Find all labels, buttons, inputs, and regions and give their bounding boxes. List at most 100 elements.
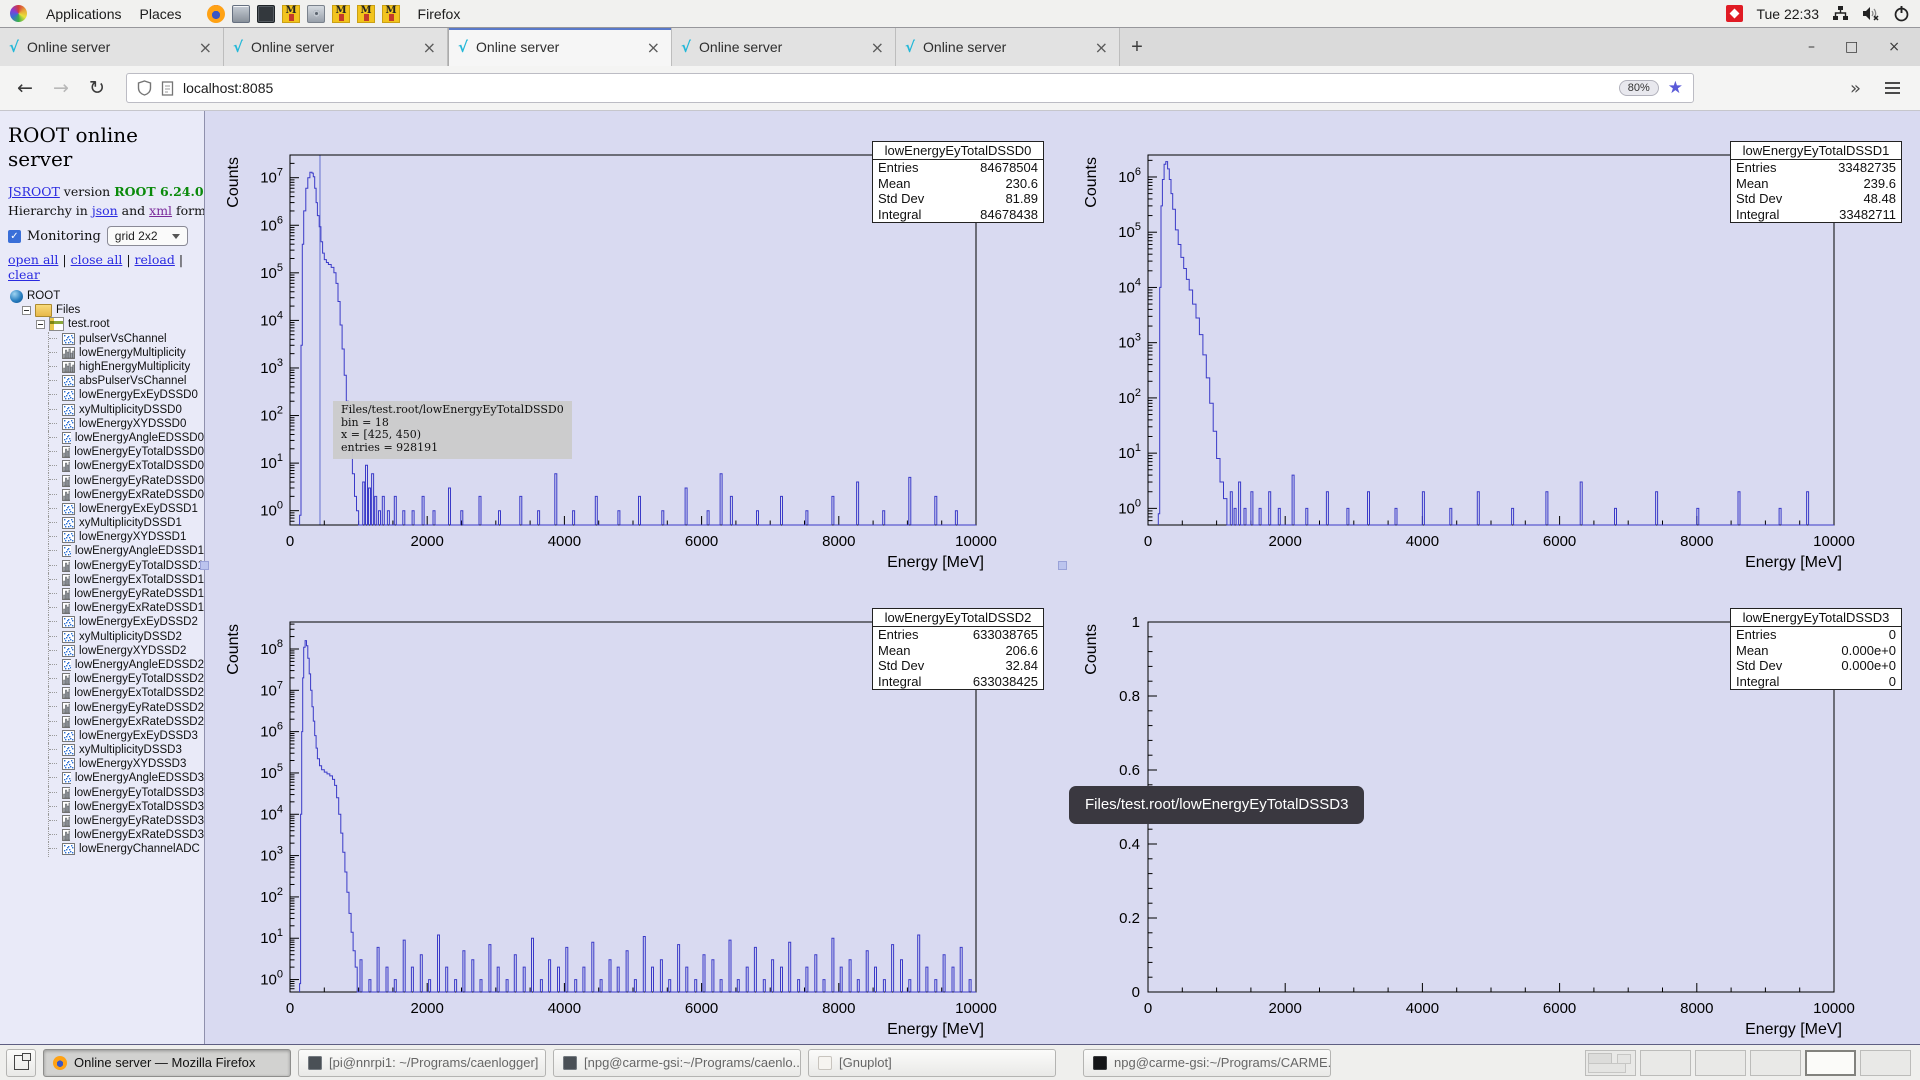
tab-close-icon[interactable]: × (421, 38, 438, 57)
tree-item[interactable]: lowEnergyExEyDSSD1 (8, 502, 204, 516)
workspace-cell-3[interactable] (1695, 1050, 1746, 1076)
taskbar-window-button[interactable]: [pi@nnrpi1: ~/Programs/caenlogger] (298, 1049, 546, 1077)
workspace-cell-2[interactable] (1640, 1050, 1691, 1076)
midas-launcher-icon[interactable] (332, 5, 350, 23)
url-bar[interactable]: localhost:8085 80% ★ (126, 73, 1694, 103)
collapse-expander-icon[interactable] (36, 320, 45, 329)
back-button[interactable]: ← (12, 77, 38, 99)
json-link[interactable]: json (92, 203, 118, 218)
shield-icon[interactable] (137, 80, 152, 96)
file-manager-launcher-icon[interactable] (232, 5, 250, 23)
tree-item[interactable]: lowEnergyExRateDSSD3 (8, 828, 204, 842)
grid-mode-select[interactable]: grid 2x2 (107, 226, 188, 246)
stats-box-1[interactable]: lowEnergyEyTotalDSSD1Entries33482735Mean… (1730, 141, 1902, 223)
tree-item[interactable]: lowEnergyExEyDSSD2 (8, 615, 204, 629)
tree-item[interactable]: lowEnergyAngleEDSSD0 (8, 431, 204, 445)
midas-launcher-icon[interactable] (357, 5, 375, 23)
workspace-cell-4[interactable] (1750, 1050, 1801, 1076)
tree-item[interactable]: lowEnergyExRateDSSD2 (8, 715, 204, 729)
taskbar-window-button[interactable]: Online server — Mozilla Firefox (43, 1049, 291, 1077)
taskbar-window-button[interactable]: [Gnuplot] (808, 1049, 1056, 1077)
tree-item[interactable]: highEnergyMultiplicity (8, 360, 204, 374)
tree-item[interactable]: lowEnergyAngleEDSSD3 (8, 771, 204, 785)
tree-item[interactable]: lowEnergyEyRateDSSD2 (8, 700, 204, 714)
firefox-launcher-icon[interactable] (207, 5, 225, 23)
forward-button[interactable]: → (48, 77, 74, 99)
tab-close-icon[interactable]: × (645, 38, 662, 57)
tree-item-root[interactable]: ROOT (8, 289, 204, 303)
action-link-close-all[interactable]: close all (71, 252, 123, 267)
terminal-launcher-icon[interactable] (257, 5, 275, 23)
action-link-open-all[interactable]: open all (8, 252, 58, 267)
action-link-reload[interactable]: reload (135, 252, 175, 267)
url-text[interactable]: localhost:8085 (183, 80, 273, 96)
tree-item[interactable]: lowEnergyEyTotalDSSD3 (8, 786, 204, 800)
tree-item-test-root[interactable]: test.root (8, 317, 204, 331)
tree-item[interactable]: lowEnergyXYDSSD2 (8, 644, 204, 658)
volume-muted-icon[interactable] (1862, 5, 1880, 22)
browser-tab[interactable]: √Online server× (0, 28, 224, 66)
places-menu[interactable]: Places (131, 6, 191, 22)
taskbar-window-button[interactable]: npg@carme-gsi:~/Programs/CARME... (1083, 1049, 1331, 1077)
action-link-clear[interactable]: clear (8, 267, 40, 282)
workspace-cell-6[interactable] (1860, 1050, 1911, 1076)
stats-box-0[interactable]: lowEnergyEyTotalDSSD0Entries84678504Mean… (872, 141, 1044, 223)
power-icon[interactable] (1893, 5, 1910, 22)
hamburger-menu-icon[interactable] (1877, 82, 1908, 94)
tree-item[interactable]: lowEnergyChannelADC (8, 842, 204, 856)
tree-item-files[interactable]: Files (8, 303, 204, 317)
tree-item[interactable]: lowEnergyAngleEDSSD2 (8, 658, 204, 672)
stats-box-3[interactable]: lowEnergyEyTotalDSSD3Entries0Mean0.000e+… (1730, 608, 1902, 690)
window-minimize-button[interactable]: – (1808, 39, 1815, 55)
tree-item[interactable]: lowEnergyXYDSSD3 (8, 757, 204, 771)
browser-tab[interactable]: √Online server× (896, 28, 1120, 66)
workspace-cell-5[interactable] (1805, 1050, 1856, 1076)
tree-item[interactable]: lowEnergyExTotalDSSD3 (8, 800, 204, 814)
midas-launcher-icon[interactable] (282, 5, 300, 23)
browser-tab[interactable]: √Online server× (224, 28, 448, 66)
tree-item[interactable]: lowEnergyEyRateDSSD1 (8, 587, 204, 601)
tab-close-icon[interactable]: × (869, 38, 886, 57)
tree-item[interactable]: lowEnergyMultiplicity (8, 346, 204, 360)
tree-item[interactable]: xyMultiplicityDSSD3 (8, 743, 204, 757)
show-desktop-button[interactable] (6, 1049, 36, 1077)
reload-button[interactable]: ↻ (84, 77, 110, 99)
tree-item[interactable]: lowEnergyEyRateDSSD0 (8, 473, 204, 487)
tab-close-icon[interactable]: × (1093, 38, 1110, 57)
tab-close-icon[interactable]: × (197, 38, 214, 57)
window-close-button[interactable]: × (1888, 39, 1900, 55)
browser-tab[interactable]: √Online server× (448, 28, 672, 66)
jsroot-link[interactable]: JSROOT (8, 184, 60, 199)
tree-item[interactable]: lowEnergyExTotalDSSD1 (8, 573, 204, 587)
tree-item[interactable]: pulserVsChannel (8, 332, 204, 346)
new-tab-button[interactable]: + (1120, 28, 1154, 66)
stats-box-2[interactable]: lowEnergyEyTotalDSSD2Entries633038765Mea… (872, 608, 1044, 690)
tree-item[interactable]: lowEnergyExRateDSSD0 (8, 488, 204, 502)
tree-item[interactable]: lowEnergyExTotalDSSD2 (8, 686, 204, 700)
tree-item[interactable]: lowEnergyEyTotalDSSD0 (8, 445, 204, 459)
tree-item[interactable]: lowEnergyExEyDSSD0 (8, 388, 204, 402)
browser-tab[interactable]: √Online server× (672, 28, 896, 66)
network-icon[interactable] (1832, 5, 1849, 22)
tree-item[interactable]: lowEnergyExRateDSSD1 (8, 601, 204, 615)
bookmark-star-icon[interactable]: ★ (1668, 78, 1683, 98)
tree-item[interactable]: lowEnergyAngleEDSSD1 (8, 544, 204, 558)
tree-item[interactable]: lowEnergyEyTotalDSSD2 (8, 672, 204, 686)
monitoring-checkbox[interactable]: ✓ (8, 230, 21, 243)
tree-item[interactable]: lowEnergyExEyDSSD3 (8, 729, 204, 743)
tree-item[interactable]: xyMultiplicityDSSD1 (8, 516, 204, 530)
zoom-level-badge[interactable]: 80% (1619, 80, 1659, 96)
updates-notifier-icon[interactable] (1726, 5, 1743, 22)
overflow-menu-icon[interactable]: » (1844, 78, 1867, 99)
taskbar-window-button[interactable]: [npg@carme-gsi:~/Programs/caenlo... (553, 1049, 801, 1077)
tree-item[interactable]: absPulserVsChannel (8, 374, 204, 388)
screenshot-launcher-icon[interactable] (307, 5, 325, 23)
tree-item[interactable]: lowEnergyXYDSSD0 (8, 417, 204, 431)
tree-item[interactable]: lowEnergyExTotalDSSD0 (8, 459, 204, 473)
tree-item[interactable]: lowEnergyXYDSSD1 (8, 530, 204, 544)
tree-item[interactable]: lowEnergyEyRateDSSD3 (8, 814, 204, 828)
distro-logo-icon[interactable] (10, 5, 27, 22)
midas-launcher-icon[interactable] (382, 5, 400, 23)
workspace-cell-1[interactable] (1585, 1050, 1636, 1076)
panel-clock[interactable]: Tue 22:33 (1756, 6, 1819, 22)
